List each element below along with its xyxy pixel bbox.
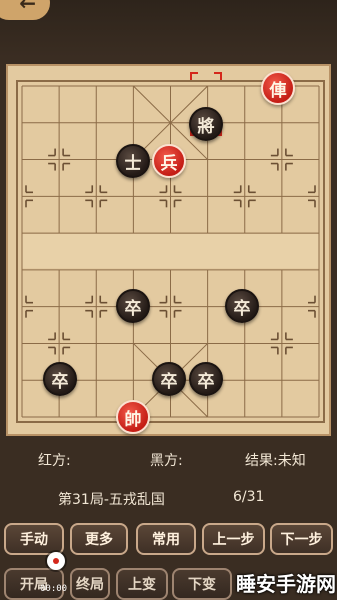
black-pawn-piece[interactable]: 卒 xyxy=(116,289,150,323)
common-button[interactable]: 常用 xyxy=(136,523,196,555)
record-timer: 00:00 xyxy=(40,584,68,594)
chess-board[interactable]: 俥 將 士 兵 卒 卒 卒 卒 卒 帥 xyxy=(6,64,331,436)
game-info: 第31局-五戎乱国 6/31 xyxy=(0,487,337,509)
black-pawn-piece[interactable]: 卒 xyxy=(189,362,223,396)
endgame-button[interactable]: 终局 xyxy=(70,568,110,600)
prev-step-button[interactable]: 上一步 xyxy=(202,523,265,555)
game-title: 第31局-五戎乱国 xyxy=(58,492,165,508)
more-button[interactable]: 更多 xyxy=(70,523,128,555)
black-pawn-piece[interactable]: 卒 xyxy=(43,362,77,396)
back-button[interactable]: ← xyxy=(0,0,50,20)
manual-button[interactable]: 手动 xyxy=(4,523,64,555)
result-label: 结果:未知 xyxy=(245,453,306,469)
red-chariot-piece[interactable]: 俥 xyxy=(261,71,295,105)
black-general-piece[interactable]: 將 xyxy=(189,107,223,141)
watermark-logo: 睡安手游网 xyxy=(236,572,336,596)
arrow-left-icon: ← xyxy=(19,0,36,15)
next-variation-button[interactable]: 下变 xyxy=(172,568,232,600)
record-icon[interactable] xyxy=(47,552,65,570)
top-bar: ← xyxy=(0,0,337,58)
black-pawn-piece[interactable]: 卒 xyxy=(225,289,259,323)
red-soldier-piece[interactable]: 兵 xyxy=(152,144,186,178)
prev-variation-button[interactable]: 上变 xyxy=(116,568,168,600)
red-side-label: 红方: xyxy=(38,453,71,469)
black-advisor-piece[interactable]: 士 xyxy=(116,144,150,178)
black-side-label: 黑方: xyxy=(150,453,183,469)
players-info: 红方: 黑方: 结果:未知 xyxy=(0,447,337,471)
black-pawn-piece[interactable]: 卒 xyxy=(152,362,186,396)
red-king-piece[interactable]: 帥 xyxy=(116,400,150,434)
game-progress: 6/31 xyxy=(233,489,265,505)
next-step-button[interactable]: 下一步 xyxy=(270,523,333,555)
